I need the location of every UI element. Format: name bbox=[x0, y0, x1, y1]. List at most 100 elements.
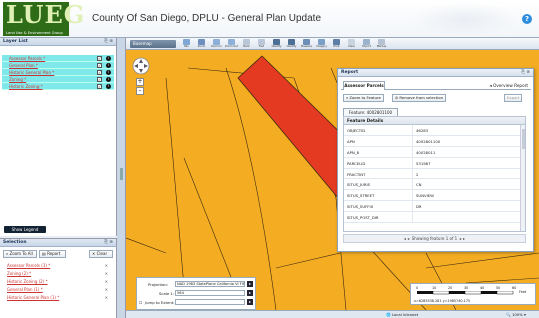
layer-info-icon[interactable]: i bbox=[106, 77, 111, 82]
projection-select[interactable]: NAD 1983 StatePlane California VI FIPS 0… bbox=[175, 281, 245, 287]
feature-details-table: Feature Details OBJECTID 46283 APN 40028011… bbox=[343, 116, 526, 232]
scale-tick-label: 20 bbox=[448, 286, 453, 290]
dialog-close-icon[interactable]: ⎘ ⊗ bbox=[521, 69, 530, 77]
toolbar-button[interactable]: Print bbox=[331, 39, 342, 49]
scale-tick-label: 0 bbox=[416, 286, 419, 290]
scale-unit: Feet bbox=[519, 290, 527, 294]
layer-info-icon[interactable]: i bbox=[106, 84, 111, 89]
remove-selection-icon[interactable]: ✕ bbox=[105, 287, 108, 292]
toolbar-label: Fwd bbox=[258, 45, 265, 48]
remove-selection-icon[interactable]: ✕ bbox=[105, 279, 108, 284]
scale-go-button[interactable]: ▸ bbox=[247, 290, 253, 296]
scale-input[interactable]: 564 bbox=[175, 290, 245, 296]
toolbar-label: Markup bbox=[376, 45, 387, 48]
toolbar-label: Measure bbox=[300, 45, 313, 48]
panel-tools-icon[interactable]: ⎘ ⊗ bbox=[104, 239, 113, 247]
toolbar-button[interactable]: Pan bbox=[181, 39, 192, 49]
clear-button[interactable]: ✕ Clear bbox=[89, 250, 113, 258]
zoom-in-button[interactable]: + bbox=[136, 78, 144, 86]
jump-select[interactable] bbox=[175, 299, 245, 305]
toolbar-button[interactable]: Clear bbox=[346, 39, 357, 49]
splitter-grip[interactable] bbox=[120, 168, 123, 180]
toolbar-label: Zoom In bbox=[211, 45, 222, 48]
layer-label[interactable]: Zoning * bbox=[9, 77, 26, 82]
layer-visibility-checkbox[interactable]: ✓ bbox=[97, 77, 102, 82]
selection-item-label[interactable]: Assessor Parcels (1) * bbox=[7, 263, 50, 268]
overview-report-link[interactable]: ◂ Overview Report bbox=[490, 83, 528, 88]
toolbar-button[interactable]: Zoom bbox=[196, 39, 207, 49]
selection-item-label[interactable]: Historic Zoning (2) * bbox=[7, 279, 48, 284]
remove-selection-icon[interactable]: ✕ bbox=[105, 295, 108, 300]
zoom-to-feature-button[interactable]: ⌕ Zoom to Feature bbox=[343, 94, 384, 102]
toolbar-button[interactable]: Fwd bbox=[256, 39, 267, 49]
layer-info-icon[interactable]: i bbox=[106, 70, 111, 75]
toolbar-button[interactable]: Measure bbox=[301, 39, 312, 49]
layer-row[interactable]: Assessor Parcels * ✓ i bbox=[2, 55, 114, 62]
help-icon[interactable]: ? bbox=[522, 14, 532, 24]
selection-item-label[interactable]: General Plan (1) * bbox=[7, 287, 43, 292]
zoom-out-button[interactable]: – bbox=[136, 87, 144, 95]
layer-row[interactable]: Historic General Plan * ✓ i bbox=[2, 69, 114, 76]
remove-selection-icon[interactable]: ✕ bbox=[105, 271, 108, 276]
details-scrollbar[interactable] bbox=[520, 125, 525, 231]
selection-title: Selection bbox=[3, 240, 27, 245]
toolbar-button[interactable]: Markup bbox=[376, 39, 387, 49]
scrollbar-thumb[interactable] bbox=[522, 129, 525, 149]
zoom-to-all-button[interactable]: ⌕ Zoom To All bbox=[3, 250, 37, 258]
feature-details-rows: OBJECTID 46283 APN 4002801100 APN_8 40028011 P… bbox=[344, 125, 525, 224]
toolbar-button[interactable]: Zoom Out bbox=[225, 39, 238, 49]
tab-assessor-parcels[interactable]: Assessor Parcels bbox=[343, 81, 385, 90]
report-button[interactable]: ▤ Report bbox=[39, 250, 66, 258]
logo-subtitle: Land Use & Environment Group bbox=[6, 31, 63, 35]
selection-item-label[interactable]: Zoning (2) * bbox=[7, 271, 31, 276]
report-dialog: Report ⎘ ⊗ Assessor Parcels ◂ Overview R… bbox=[337, 68, 534, 252]
layer-label[interactable]: Assessor Parcels * bbox=[9, 56, 45, 61]
toolbar-button[interactable]: Imagery bbox=[316, 39, 327, 49]
toolbar-label: Print bbox=[333, 45, 340, 48]
panel-tools-icon[interactable]: ⎘ ⊗ bbox=[104, 38, 113, 46]
zoom-indicator[interactable]: 🔍 100% ▾ bbox=[506, 312, 526, 317]
toolbar-button[interactable]: Back bbox=[241, 39, 252, 49]
selection-item-label[interactable]: Historic General Plan (1) * bbox=[7, 295, 59, 300]
layer-label[interactable]: General Plan * bbox=[9, 63, 38, 68]
feature-tab[interactable]: Feature: 4002801100 bbox=[343, 108, 398, 116]
remove-selection-icon[interactable]: ✕ bbox=[105, 263, 108, 268]
field-name: APN bbox=[347, 138, 355, 144]
layer-label[interactable]: Historic General Plan * bbox=[9, 70, 54, 75]
report-footer: ◂ ◂ Showing feature 1 of 1 ▸ ▸ bbox=[343, 234, 526, 243]
layer-visibility-checkbox[interactable]: ✓ bbox=[97, 63, 102, 68]
paging-text: Showing feature 1 of 1 bbox=[411, 236, 458, 241]
layer-row[interactable]: Zoning * ✓ i bbox=[2, 76, 114, 83]
field-value: SUNVIEW bbox=[416, 193, 434, 199]
layer-info-icon[interactable]: i bbox=[106, 56, 111, 61]
jump-checkbox[interactable]: ☐ bbox=[139, 300, 142, 305]
layer-visibility-checkbox[interactable]: ✓ bbox=[97, 84, 102, 89]
scale-label: Scale 1: bbox=[159, 291, 175, 296]
basemap-button[interactable]: Basemap bbox=[130, 40, 176, 48]
export-button[interactable]: Export bbox=[504, 94, 523, 102]
table-row: FRACTINT 2 bbox=[344, 168, 525, 180]
projection-go-button[interactable]: ▸ bbox=[247, 281, 253, 287]
remove-from-selection-button[interactable]: ⊘ Remove from selection bbox=[392, 94, 447, 102]
toolbar-button[interactable]: Zoom In bbox=[211, 39, 222, 49]
layer-info-icon[interactable]: i bbox=[106, 63, 111, 68]
report-header: Report ⎘ ⊗ bbox=[338, 69, 533, 77]
toolbar-label: Back bbox=[243, 45, 250, 48]
panel-splitter[interactable] bbox=[117, 38, 126, 318]
toolbar-label: Imagery bbox=[316, 45, 327, 48]
pan-compass-icon[interactable] bbox=[132, 57, 150, 75]
layer-row[interactable]: Historic Zoning * ✓ i bbox=[2, 83, 114, 90]
layer-visibility-checkbox[interactable]: ✓ bbox=[97, 56, 102, 61]
layer-visibility-checkbox[interactable]: ✓ bbox=[97, 70, 102, 75]
layer-row[interactable]: General Plan * ✓ i bbox=[2, 62, 114, 69]
show-legend-button[interactable]: Show Legend bbox=[4, 226, 46, 233]
toolbar-button[interactable]: Identify bbox=[271, 39, 282, 49]
layer-label[interactable]: Historic Zoning * bbox=[9, 84, 43, 89]
toolbar-button[interactable]: Identify bbox=[286, 39, 297, 49]
jump-go-button[interactable]: ▸ bbox=[247, 299, 253, 305]
app-header: LUEG Land Use & Environment Group County… bbox=[0, 0, 539, 38]
toolbar-label: Clear bbox=[348, 45, 355, 48]
field-value: DR bbox=[416, 204, 422, 210]
selection-panel: Selection ⎘ ⊗ ⌕ Zoom To All ▤ Report ✕ C… bbox=[0, 238, 117, 318]
toolbar-button[interactable]: Export bbox=[361, 39, 372, 49]
